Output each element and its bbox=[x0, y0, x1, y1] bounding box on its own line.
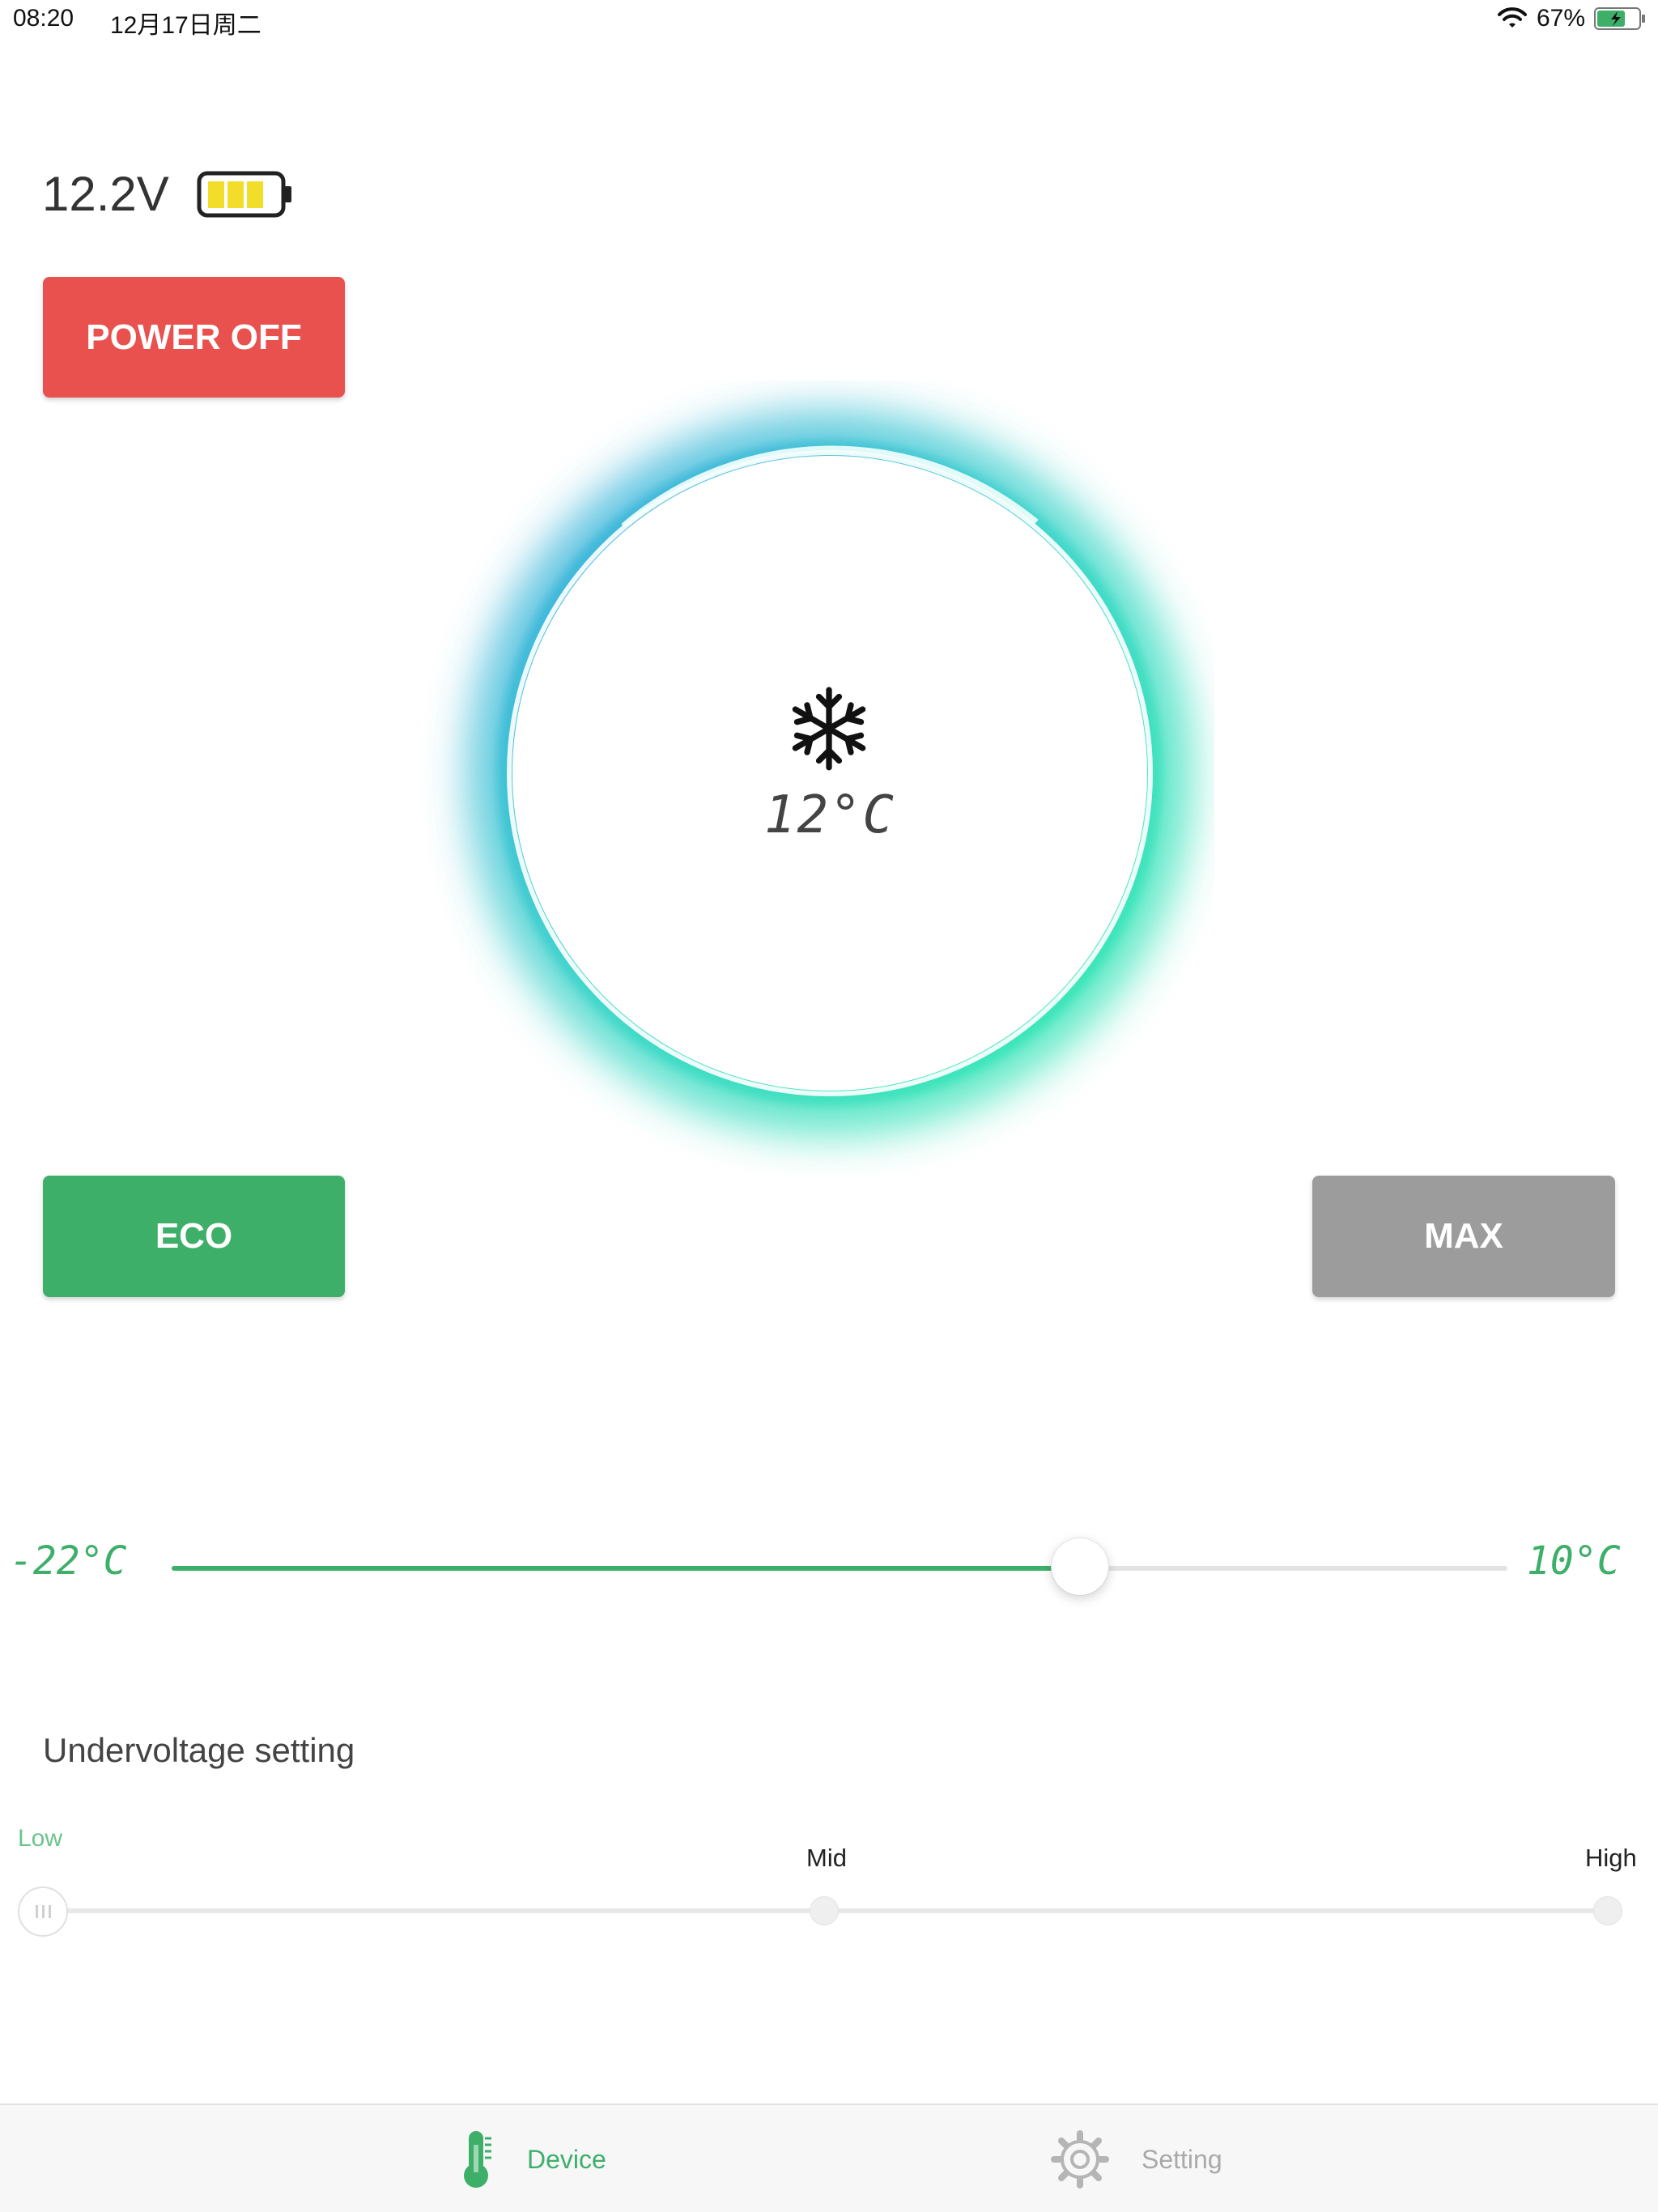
current-temperature: 12°C bbox=[763, 785, 896, 845]
status-battery-icon bbox=[1594, 7, 1645, 30]
grip-line bbox=[48, 1905, 51, 1918]
undervoltage-high-label[interactable]: High bbox=[1585, 1844, 1637, 1873]
max-button[interactable]: MAX bbox=[1312, 1176, 1615, 1297]
status-time: 08:20 bbox=[13, 5, 74, 32]
tab-bar: Device Setting bbox=[0, 2104, 1658, 2212]
thermometer-icon bbox=[464, 2131, 491, 2188]
grip-line bbox=[41, 1905, 45, 1918]
battery-percent: 67% bbox=[1536, 5, 1585, 32]
temp-max-label: 10°C bbox=[1527, 1538, 1621, 1584]
status-bar: 08:20 12月17日周二 67% bbox=[0, 0, 1658, 44]
undervoltage-slider-thumb[interactable] bbox=[18, 1887, 68, 1937]
status-indicators: 67% bbox=[1496, 5, 1647, 32]
temp-min-label: -22°C bbox=[10, 1538, 127, 1584]
undervoltage-low-label[interactable]: Low bbox=[18, 1825, 62, 1853]
temp-slider-track[interactable] bbox=[172, 1566, 1507, 1571]
tab-setting-label: Setting bbox=[1141, 2144, 1222, 2174]
eco-button[interactable]: ECO bbox=[43, 1176, 345, 1297]
temp-slider-fill bbox=[172, 1566, 1080, 1571]
undervoltage-high-stop[interactable] bbox=[1593, 1896, 1622, 1925]
tab-device[interactable]: Device bbox=[457, 2105, 606, 2212]
wifi-icon bbox=[1497, 7, 1527, 28]
temp-slider-thumb[interactable] bbox=[1052, 1538, 1108, 1595]
app-screen: 08:20 12月17日周二 67% 12.2V POWER OFF 12°C … bbox=[0, 0, 1658, 2212]
power-off-button[interactable]: POWER OFF bbox=[43, 277, 345, 398]
voltage-readout: 12.2V bbox=[42, 167, 169, 221]
battery-icon bbox=[197, 171, 291, 218]
snowflake-icon bbox=[792, 687, 866, 771]
undervoltage-mid-label[interactable]: Mid bbox=[806, 1844, 847, 1873]
grip-line bbox=[35, 1905, 38, 1918]
status-date: 12月17日周二 bbox=[110, 12, 261, 39]
tab-setting[interactable]: Setting bbox=[1051, 2105, 1222, 2212]
undervoltage-title: Undervoltage setting bbox=[43, 1731, 355, 1769]
temperature-dial[interactable] bbox=[421, 381, 1214, 1174]
tab-device-label: Device bbox=[527, 2144, 606, 2174]
gear-icon bbox=[1051, 2130, 1109, 2189]
undervoltage-mid-stop[interactable] bbox=[810, 1896, 839, 1925]
